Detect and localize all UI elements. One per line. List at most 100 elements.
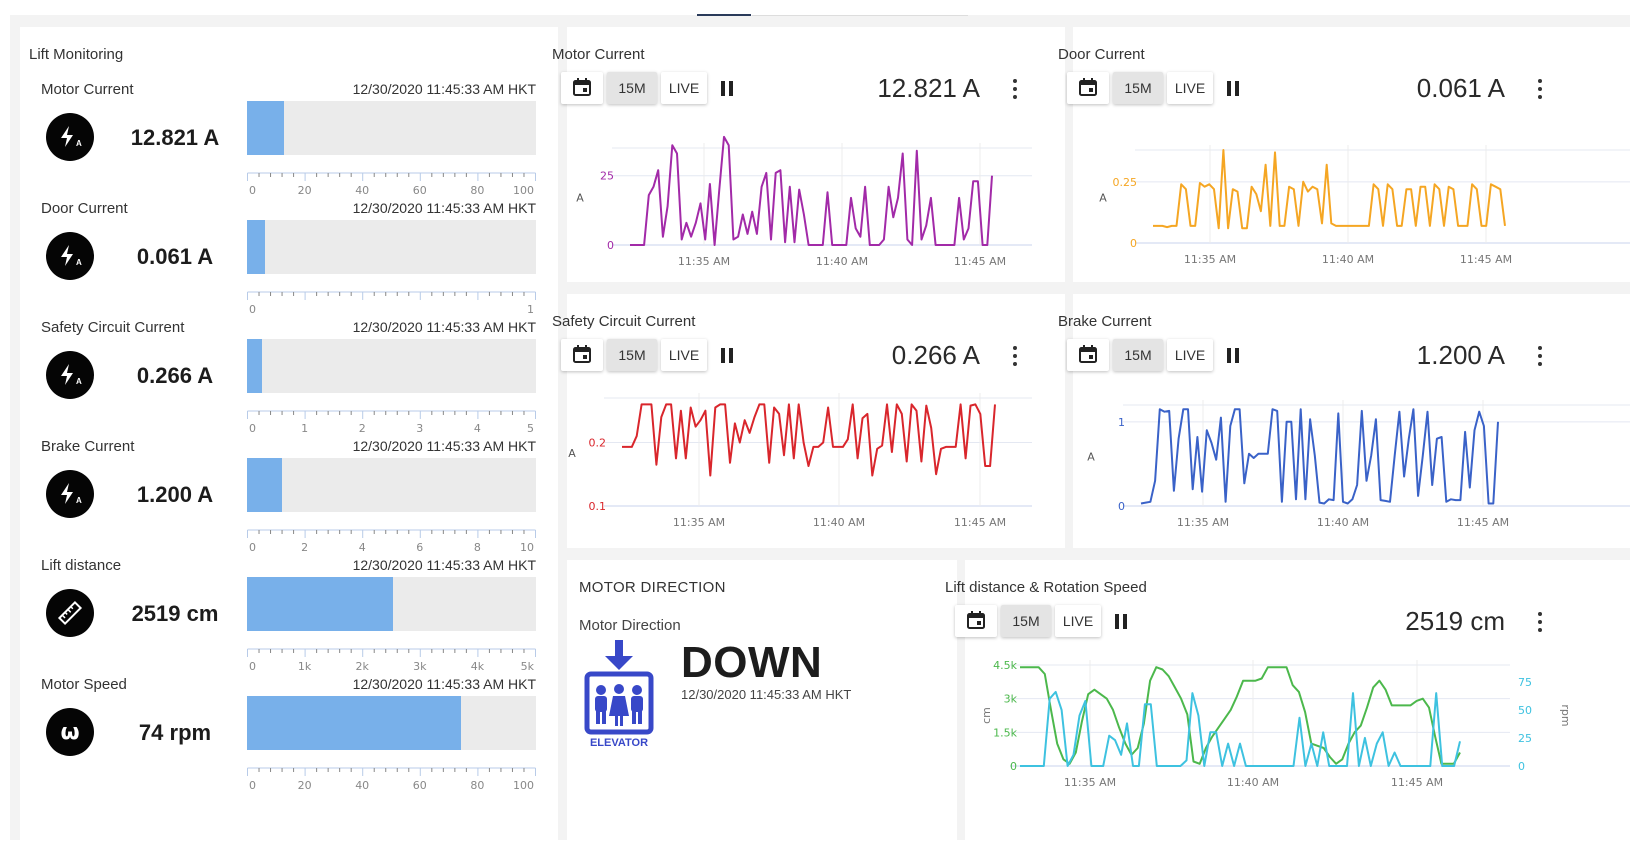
series-line-rotation-speed: [1020, 690, 1461, 767]
gauge-tick-label: 3k: [413, 660, 427, 673]
x-tick-label: 11:35 AM: [1064, 776, 1116, 789]
metric-timestamp: 12/30/2020 11:45:33 AM HKT: [352, 200, 536, 216]
gauge-axis: 0 1k 2k 3k 4k 5k: [247, 648, 536, 673]
gauge-tick-label: 0: [249, 779, 256, 792]
metric-label: Lift distance: [41, 557, 122, 574]
gauge-bar: [247, 696, 536, 750]
gauge-bar-fill: [247, 696, 461, 750]
metric-value: 74 rpm: [138, 720, 212, 745]
y2-axis-label: rpm: [1559, 704, 1572, 726]
gauge-tick-label: 8: [474, 541, 481, 554]
metric-value: 0.061 A: [136, 244, 214, 269]
line-chart: 11:35 AM 11:40 AM 11:45 AM 0 1 A: [1087, 400, 1630, 529]
gauge-tick-label: 5: [527, 422, 534, 435]
card-title: MOTOR DIRECTION: [579, 579, 726, 596]
x-tick-label: 11:40 AM: [1227, 776, 1279, 789]
gauge-bar: [247, 577, 536, 631]
dashboard-page: Lift Monitoring Motor Current 12/30/2020 …: [0, 0, 1630, 856]
amperage-bolt-icon: A: [46, 232, 94, 280]
gauge-tick-label: 20: [298, 779, 312, 792]
amperage-bolt-icon: A: [46, 113, 94, 161]
x-tick-label: 11:45 AM: [954, 255, 1006, 268]
gauge-bar-fill: [247, 577, 393, 631]
x-tick-label: 11:40 AM: [816, 255, 868, 268]
omega-icon: ω: [46, 708, 94, 756]
x-tick-label: 11:35 AM: [673, 516, 725, 529]
metric-label: Motor Current: [41, 81, 134, 98]
card-title: Lift Monitoring: [29, 46, 124, 63]
x-tick-label: 11:40 AM: [1322, 253, 1374, 266]
ruler-icon: [46, 589, 94, 637]
y-tick-label: 0.2: [589, 436, 607, 449]
metric-timestamp: 12/30/2020 11:45:33 AM HKT: [352, 81, 536, 97]
metric-value: 0.266 A: [136, 363, 214, 388]
metric-timestamp: 12/30/2020 11:45:33 AM HKT: [352, 438, 536, 454]
gauge-tick-label: 1: [301, 422, 308, 435]
gauge-bar: [247, 339, 536, 393]
y2-tick-label: 0: [1518, 760, 1525, 773]
svg-text:A: A: [76, 496, 82, 505]
svg-text:ω: ω: [60, 720, 79, 745]
tab-strip: [10, 15, 1630, 27]
y-axis-label: A: [1099, 192, 1107, 205]
gauge-tick-label: 60: [413, 184, 427, 197]
metric-row: Motor Current 12/30/2020 11:45:33 AM HKT A…: [20, 81, 558, 205]
y-tick-label: 0.1: [589, 500, 607, 513]
gauge-axis: 0 2 4 6 8 10: [247, 529, 536, 554]
amperage-bolt-icon: A: [46, 470, 94, 518]
elevator-down-icon: ELEVATOR: [583, 640, 655, 755]
metric-row: Door Current 12/30/2020 11:45:33 AM HKT A 0…: [20, 200, 558, 324]
y-axis-label: A: [568, 447, 576, 460]
gauge-axis: 0 1 2 3 4 5: [247, 410, 536, 435]
gauge-bar-fill: [247, 458, 282, 512]
line-chart: 11:35 AM 11:40 AM 11:45 AM 0 0.25 A: [1099, 145, 1630, 266]
gauge-axis: 01: [247, 291, 536, 316]
gauge-tick-label: 3: [416, 422, 423, 435]
metric-timestamp: 12/30/2020 11:45:33 AM HKT: [352, 676, 536, 692]
gauge-tick-label: 6: [416, 541, 423, 554]
metric-value: 2519 cm: [131, 601, 219, 626]
y-axis-label: A: [1087, 451, 1095, 464]
amperage-bolt-icon: A: [46, 351, 94, 399]
svg-text:A: A: [76, 139, 82, 148]
y-tick-label: 4.5k: [993, 659, 1017, 672]
y-axis-label: cm: [980, 707, 993, 724]
lift-monitoring-card: Lift Monitoring Motor Current 12/30/2020 …: [20, 27, 558, 840]
gauge-tick-label: 100: [513, 779, 534, 792]
metric-label: Brake Current: [41, 438, 135, 455]
y-tick-label: 1.5k: [993, 726, 1017, 739]
door-current-chart-card: Door Current 15M LIVE 0.061 A 11:35 AM 11:40 …: [1058, 27, 1630, 282]
line-chart: 11:35 AM 11:40 AM 11:45 AM 0.1 0.2 A: [568, 393, 1032, 529]
lift-distance-rotation-speed-chart-card: Lift distance & Rotation Speed 15M LIVE 251…: [945, 560, 1630, 840]
y-tick-label: 25: [600, 170, 614, 183]
metric-row: Brake Current 12/30/2020 11:45:33 AM HKT A…: [20, 438, 558, 562]
y-tick-label: 1: [1118, 416, 1125, 429]
metric-label: Door Current: [41, 200, 128, 217]
gauge-tick-label: 0: [249, 303, 256, 316]
metric-timestamp: 12/30/2020 11:45:33 AM HKT: [352, 319, 536, 335]
brake-current-chart-card: Brake Current 15M LIVE 1.200 A 11:35 AM 11:40…: [1058, 294, 1630, 548]
x-tick-label: 11:45 AM: [1391, 776, 1443, 789]
gauge-bar-fill: [247, 101, 285, 155]
metric-row: Motor Speed 12/30/2020 11:45:33 AM HKT ω 74…: [20, 676, 558, 800]
x-tick-label: 11:45 AM: [954, 516, 1006, 529]
y2-tick-label: 75: [1518, 676, 1532, 689]
gauge-tick-label: 1: [527, 303, 534, 316]
gauge-tick-label: 100: [513, 184, 534, 197]
gauge-tick-label: 0: [249, 660, 256, 673]
active-tab-indicator[interactable]: [697, 14, 751, 16]
x-tick-label: 11:40 AM: [1317, 516, 1369, 529]
motor-direction-timestamp: 12/30/2020 11:45:33 AM HKT: [681, 687, 852, 702]
metric-label: Safety Circuit Current: [41, 319, 185, 336]
line-chart: 11:35 AM 11:40 AM 11:45 AM 0 25 A: [576, 135, 1032, 268]
motor-current-chart-card: Motor Current 15M LIVE 12.821 A 11:35 AM 11:4…: [552, 27, 1065, 282]
gauge-tick-label: 4k: [471, 660, 485, 673]
gauge-tick-label: 20: [298, 184, 312, 197]
svg-text:A: A: [76, 377, 82, 386]
x-tick-label: 11:45 AM: [1457, 516, 1509, 529]
gauge-tick-label: 0: [249, 541, 256, 554]
gauge-bar: [247, 220, 536, 274]
line-chart: 11:35 AM 11:40 AM 11:45 AM 0 1.5k 3k 4.5k 0 25 50…: [980, 659, 1572, 789]
safety-circuit-current-chart-card: Safety Circuit Current 15M LIVE 0.266 A 11:3…: [552, 294, 1065, 548]
gauge-tick-label: 4: [359, 541, 366, 554]
